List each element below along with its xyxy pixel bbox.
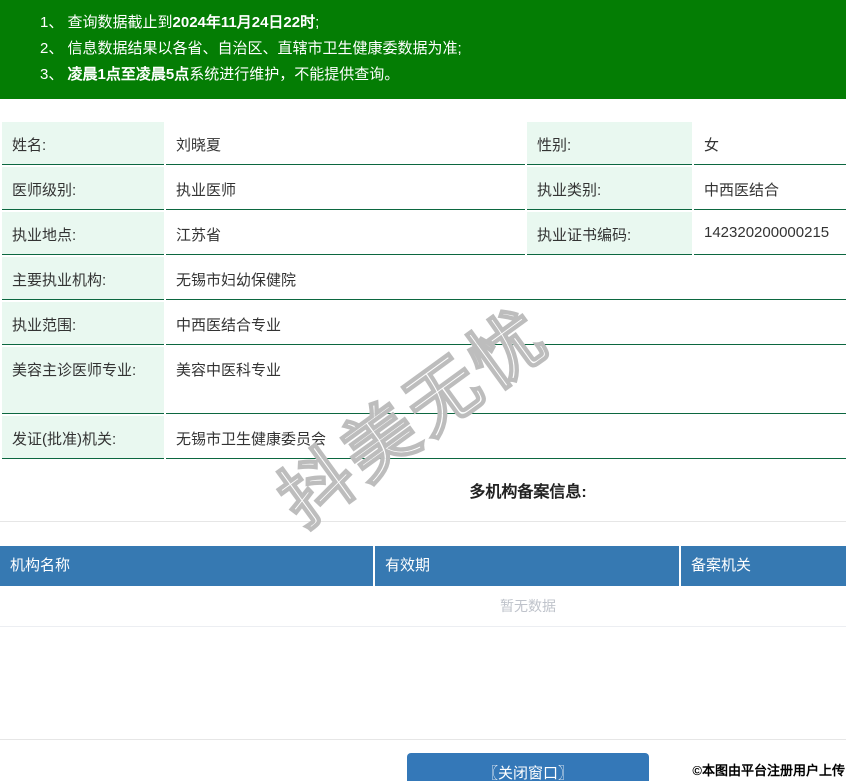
- registry-table-header: 机构名称 有效期 备案机关: [0, 546, 846, 586]
- field-label-name: 姓名:: [2, 122, 164, 165]
- field-label-doctor-level: 医师级别:: [2, 167, 164, 210]
- table-row: 姓名: 刘晓夏 性别: 女: [2, 122, 846, 165]
- notice-line-1-bold: 2024年11月24日22时: [172, 14, 316, 31]
- field-label-issuing-authority: 发证(批准)机关:: [2, 416, 164, 459]
- registry-section-header: 多机构备案信息:: [0, 461, 846, 522]
- notice-line-3-text: 3、: [40, 66, 68, 83]
- field-value-doctor-level: 执业医师: [166, 167, 525, 210]
- notice-line-2-text: 2、 信息数据结果以各省、自治区、直辖市卫生健康委数据为准;: [40, 40, 462, 57]
- table-row: 医师级别: 执业医师 执业类别: 中西医结合: [2, 167, 846, 210]
- table-row: 执业地点: 江苏省 执业证书编码: 142320200000215: [2, 212, 846, 255]
- registry-column-validity: 有效期: [375, 546, 679, 586]
- table-row: 发证(批准)机关: 无锡市卫生健康委员会: [2, 416, 846, 459]
- field-value-practice-place: 江苏省: [166, 212, 525, 255]
- field-label-practice-place: 执业地点:: [2, 212, 164, 255]
- registry-empty-state: 暂无数据: [0, 586, 846, 627]
- notice-line-3-post: 系统进行维护，不能提供查询。: [189, 66, 400, 83]
- field-value-main-institution: 无锡市妇幼保健院: [166, 257, 846, 300]
- field-label-practice-scope: 执业范围:: [2, 302, 164, 345]
- field-label-practice-category: 执业类别:: [527, 167, 692, 210]
- table-row: 主要执业机构: 无锡市妇幼保健院: [2, 257, 846, 300]
- field-value-practice-scope: 中西医结合专业: [166, 302, 846, 345]
- notice-line-2: 2、 信息数据结果以各省、自治区、直辖市卫生健康委数据为准;: [40, 36, 846, 62]
- field-value-certificate-no: 142320200000215: [694, 212, 846, 255]
- field-label-cosmetic-specialty: 美容主诊医师专业:: [2, 347, 164, 414]
- field-value-cosmetic-specialty: 美容中医科专业: [166, 347, 846, 414]
- field-label-certificate-no: 执业证书编码:: [527, 212, 692, 255]
- field-value-issuing-authority: 无锡市卫生健康委员会: [166, 416, 846, 459]
- table-row: 美容主诊医师专业: 美容中医科专业: [2, 347, 846, 414]
- field-value-gender: 女: [694, 122, 846, 165]
- field-value-practice-category: 中西医结合: [694, 167, 846, 210]
- notice-line-1: 1、 查询数据截止到2024年11月24日22时;: [40, 10, 846, 36]
- field-label-gender: 性别:: [527, 122, 692, 165]
- practitioner-info-table: 姓名: 刘晓夏 性别: 女 医师级别: 执业医师 执业类别: 中西医结合 执业地…: [0, 120, 846, 461]
- table-row: 执业范围: 中西医结合专业: [2, 302, 846, 345]
- notice-line-3-bold: 凌晨1点至凌晨5点: [67, 66, 190, 83]
- notice-line-1-text: 1、 查询数据截止到: [40, 14, 173, 31]
- registry-column-institution: 机构名称: [0, 546, 373, 586]
- field-value-name: 刘晓夏: [166, 122, 525, 165]
- notice-line-1-post: ;: [315, 14, 320, 31]
- blank-area: [0, 627, 846, 739]
- notice-banner: 1、 查询数据截止到2024年11月24日22时; 2、 信息数据结果以各省、自…: [0, 0, 846, 99]
- close-window-button[interactable]: 〖关闭窗口〗: [407, 753, 649, 781]
- field-label-main-institution: 主要执业机构:: [2, 257, 164, 300]
- content-canvas: 1、 查询数据截止到2024年11月24日22时; 2、 信息数据结果以各省、自…: [0, 0, 846, 781]
- registry-column-authority: 备案机关: [681, 546, 846, 586]
- registry-section-title: 多机构备案信息:: [469, 484, 587, 501]
- query-result-page: 1、 查询数据截止到2024年11月24日22时; 2、 信息数据结果以各省、自…: [0, 0, 846, 781]
- notice-line-3: 3、 凌晨1点至凌晨5点系统进行维护，不能提供查询。: [40, 62, 846, 88]
- copyright-stamp: ©本图由平台注册用户上传: [692, 763, 845, 778]
